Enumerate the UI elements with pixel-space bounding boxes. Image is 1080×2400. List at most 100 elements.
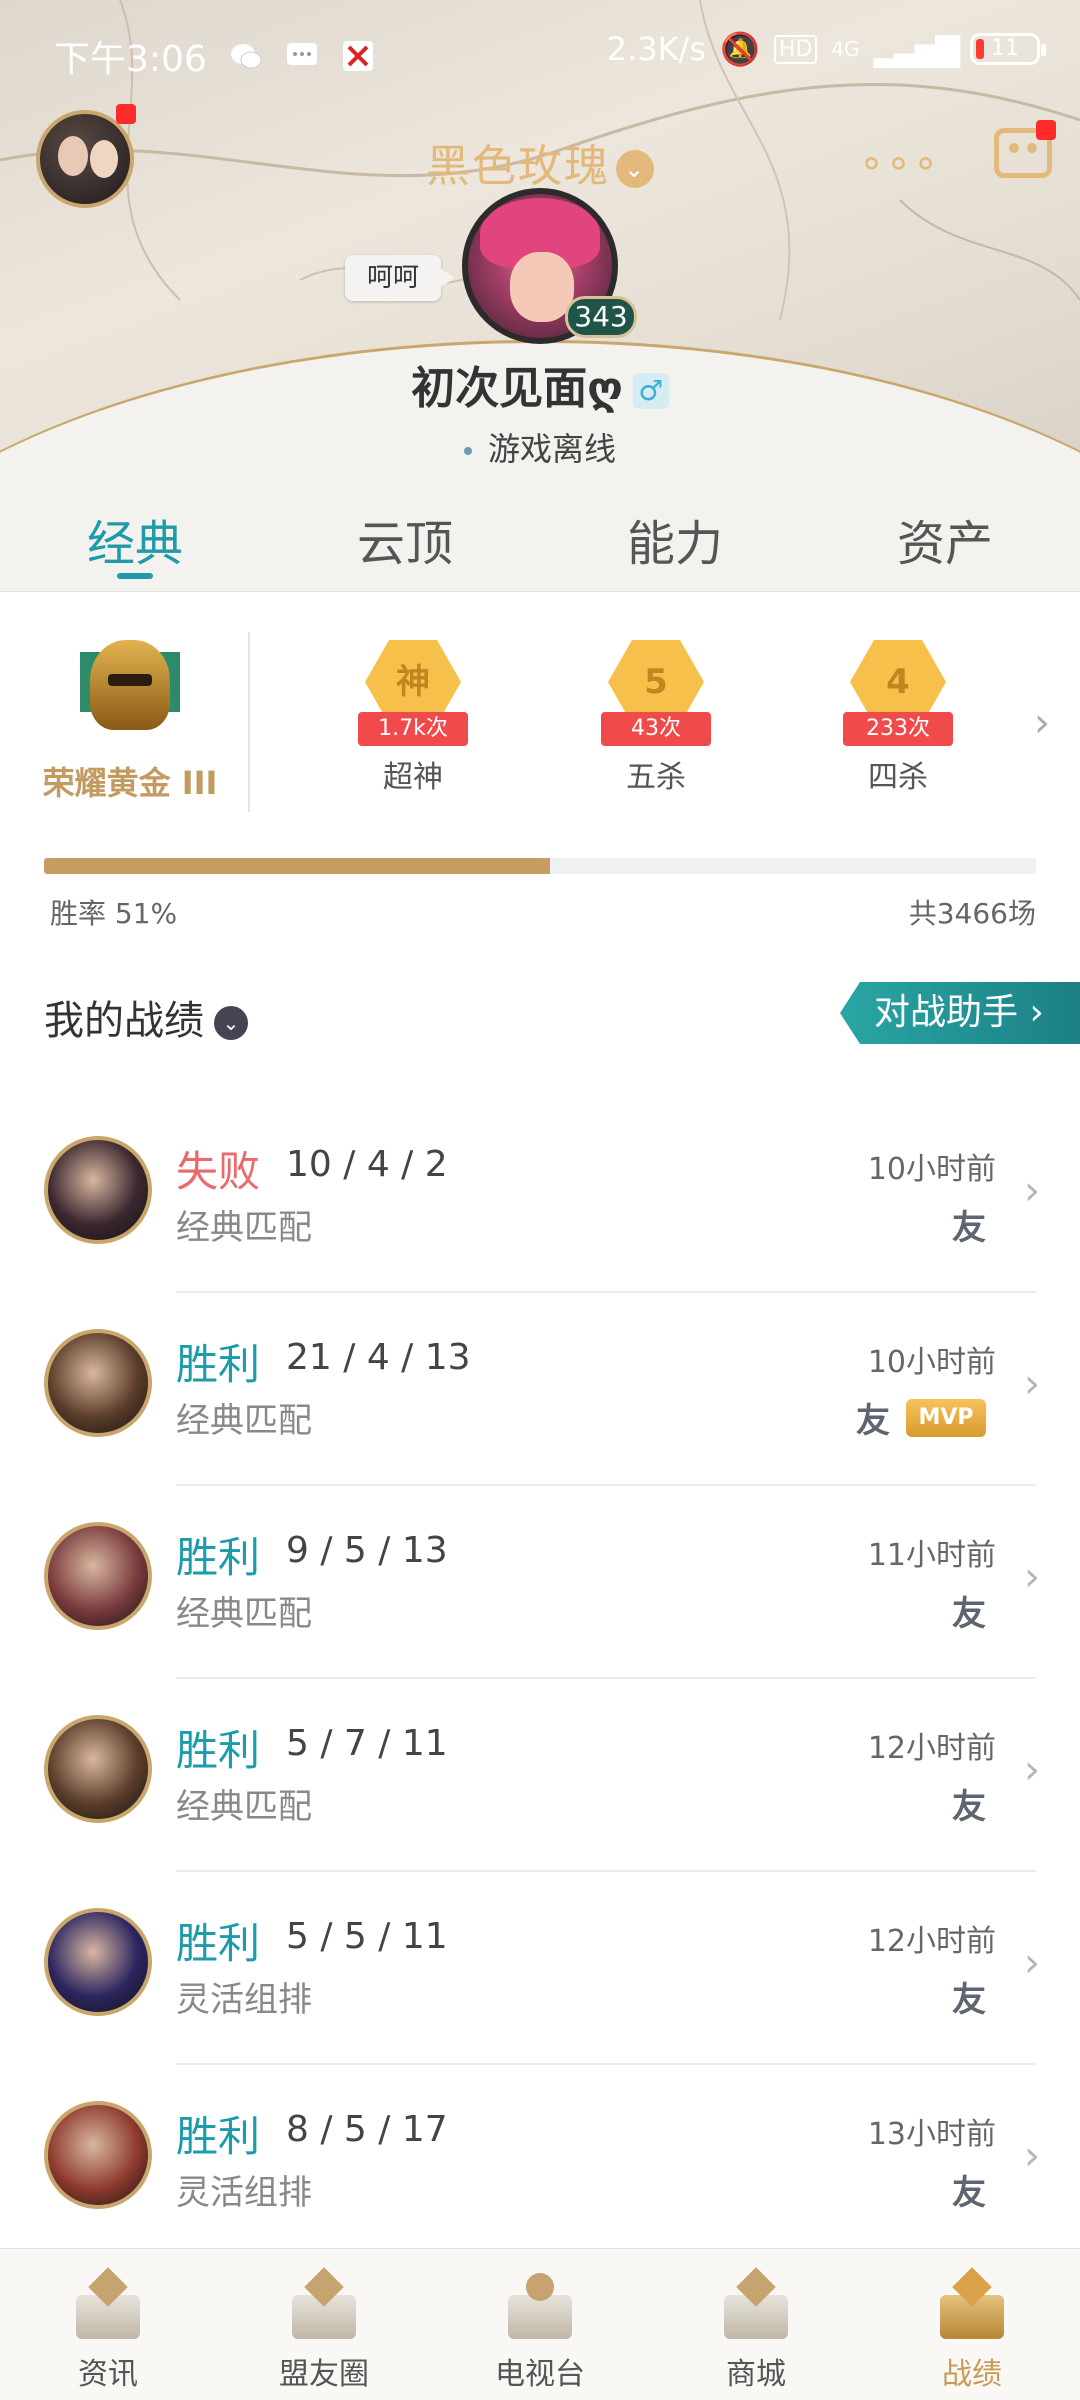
chevron-right-icon: › [1024, 2133, 1040, 2179]
battle-assistant-button[interactable]: 对战助手 › [840, 982, 1080, 1044]
match-kda: 21 / 4 / 13 [286, 1337, 471, 1378]
champion-avatar [44, 1136, 152, 1244]
chevron-right-icon[interactable]: › [1034, 700, 1050, 746]
status-bar: 下午3:06 2.3K/s 🔕 HD 4G ▂▃▅▇ 11 [0, 0, 1080, 100]
chevron-right-icon: › [1024, 1940, 1040, 1986]
tab-tft[interactable]: 云顶 [270, 480, 540, 591]
match-time: 12小时前 [867, 1731, 996, 1766]
battery-level: 11 [991, 36, 1019, 61]
badge-count: 1.7k次 [358, 712, 468, 746]
store-icon [718, 2265, 794, 2349]
badge-pentakill[interactable]: 5 43次 五杀 [586, 640, 726, 796]
nav-label: 战绩 [942, 2357, 1002, 2392]
net-speed: 2.3K/s [606, 30, 706, 68]
tv-icon [502, 2265, 578, 2349]
chat-notification-dot [1036, 120, 1056, 140]
friend-icon: 友 [952, 2173, 986, 2213]
rank-title-text: 黑色玫瑰 [426, 141, 610, 192]
badge-quadrakill[interactable]: 4 233次 四杀 [828, 640, 968, 796]
match-result: 胜利 [176, 1919, 261, 1968]
friend-icon: 友 [952, 1980, 986, 2020]
match-row[interactable]: 胜利 5 / 7 / 11 经典匹配 12小时前友 › [0, 1679, 1080, 1872]
bottom-nav: 资讯 盟友圈 电视台 商城 战绩 [0, 2248, 1080, 2400]
chevron-right-icon: › [1024, 1361, 1040, 1407]
match-result: 胜利 [176, 1533, 261, 1582]
match-time: 10小时前 [867, 1345, 996, 1380]
nav-record[interactable]: 战绩 [864, 2249, 1080, 2400]
match-row[interactable]: 失败 10 / 4 / 2 经典匹配 10小时前友 › [0, 1100, 1080, 1293]
online-status-text: 游戏离线 [487, 430, 616, 468]
wechat-icon [230, 44, 262, 69]
hd-indicator: HD [773, 34, 818, 64]
mute-icon: 🔕 [720, 30, 760, 68]
match-result: 胜利 [176, 2112, 261, 2161]
match-row[interactable]: 胜利 9 / 5 / 13 经典匹配 11小时前友 › [0, 1486, 1080, 1679]
online-status: 游戏离线 [0, 424, 1080, 470]
more-options-icon[interactable]: ∘∘∘ [859, 140, 940, 186]
friend-icon: 友 [952, 1787, 986, 1827]
nav-store[interactable]: 商城 [648, 2249, 864, 2400]
app-notification-icon [342, 41, 373, 71]
match-row[interactable]: 胜利 8 / 5 / 17 灵活组排 13小时前友 › [0, 2065, 1080, 2258]
rank-name: 荣耀黄金 III [42, 764, 218, 802]
message-icon [286, 43, 317, 65]
badge-legendary[interactable]: 神 1.7k次 超神 [343, 640, 483, 796]
match-row[interactable]: 胜利 5 / 5 / 11 灵活组排 12小时前友 › [0, 1872, 1080, 2065]
section-title[interactable]: 我的战绩 ⌄ [44, 988, 248, 1046]
nav-label: 商城 [726, 2357, 786, 2392]
match-kda: 8 / 5 / 17 [286, 2109, 448, 2150]
chevron-right-icon: › [1024, 1168, 1040, 1214]
tab-bar: 经典 云顶 能力 资产 [0, 480, 1080, 592]
match-kda: 10 / 4 / 2 [286, 1144, 448, 1185]
match-time: 10小时前 [867, 1152, 996, 1187]
signal-bars-icon: ▂▃▅▇ [873, 30, 960, 68]
match-kda: 5 / 7 / 11 [286, 1723, 448, 1764]
divider [248, 632, 250, 812]
chevron-down-icon: ⌄ [214, 1006, 248, 1040]
match-mode: 经典匹配 [176, 1208, 312, 1248]
match-result: 胜利 [176, 1340, 261, 1389]
nickname-text: 初次见面ღ [411, 363, 623, 414]
badge-label: 四杀 [868, 760, 928, 795]
champion-avatar [44, 1715, 152, 1823]
match-mode: 经典匹配 [176, 1787, 312, 1827]
match-kda: 9 / 5 / 13 [286, 1530, 448, 1571]
nav-tv[interactable]: 电视台 [432, 2249, 648, 2400]
match-mode: 经典匹配 [176, 1594, 312, 1634]
match-row[interactable]: 胜利 21 / 4 / 13 经典匹配 10小时前友 MVP › [0, 1293, 1080, 1486]
status-time: 下午3:06 [54, 39, 207, 80]
match-result: 失败 [176, 1147, 261, 1196]
badge-count: 43次 [601, 712, 711, 746]
gold-rank-helmet-icon [80, 630, 180, 740]
level-badge: 343 [565, 296, 637, 338]
badge-label: 超神 [383, 760, 443, 795]
match-time: 13小时前 [867, 2117, 996, 2152]
record-icon [934, 2265, 1010, 2349]
tab-classic[interactable]: 经典 [0, 480, 270, 591]
match-time: 11小时前 [867, 1538, 996, 1573]
chevron-down-icon: ⌄ [616, 150, 654, 188]
tab-ability[interactable]: 能力 [540, 480, 810, 591]
nav-news[interactable]: 资讯 [0, 2249, 216, 2400]
match-result: 胜利 [176, 1726, 261, 1775]
nickname: 初次见面ღ ♂ [0, 352, 1080, 416]
friend-icon: 友 [952, 1594, 986, 1634]
male-gender-icon: ♂ [632, 373, 669, 409]
battery-icon: 11 [970, 33, 1046, 65]
nav-friends[interactable]: 盟友圈 [216, 2249, 432, 2400]
tab-assets[interactable]: 资产 [810, 480, 1080, 591]
match-mode: 经典匹配 [176, 1401, 312, 1441]
profile-header: 下午3:06 2.3K/s 🔕 HD 4G ▂▃▅▇ 11 黑色玫瑰 ⌄ ∘∘∘ … [0, 0, 1080, 480]
rank-emblem[interactable]: 荣耀黄金 III [30, 630, 230, 804]
champion-avatar [44, 2101, 152, 2209]
chevron-right-icon: › [1024, 1747, 1040, 1793]
match-kda: 5 / 5 / 11 [286, 1916, 448, 1957]
champion-avatar [44, 1329, 152, 1437]
champion-avatar [44, 1522, 152, 1630]
friend-icon: 友 [952, 1208, 986, 1248]
total-games: 共3466场 [908, 897, 1036, 930]
signal-indicator: 4G [831, 37, 860, 61]
news-icon [70, 2265, 146, 2349]
status-dot [463, 447, 472, 455]
friends-circle-icon [286, 2265, 362, 2349]
